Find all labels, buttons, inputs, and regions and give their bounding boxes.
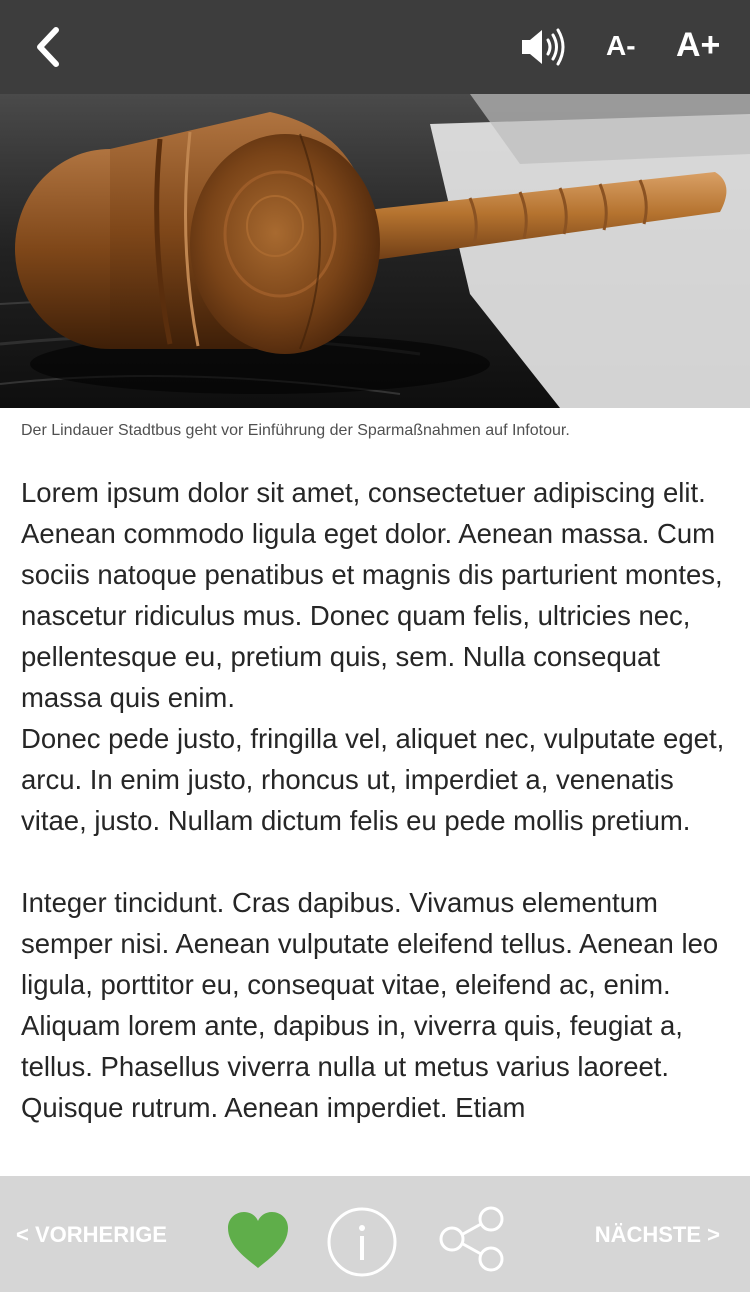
chevron-left-icon bbox=[37, 27, 59, 67]
share-button[interactable] bbox=[436, 1206, 506, 1272]
back-button[interactable] bbox=[28, 24, 72, 70]
next-article-button[interactable]: NÄCHSTE > bbox=[595, 1222, 720, 1248]
heart-icon bbox=[228, 1212, 288, 1268]
font-decrease-button[interactable]: A- bbox=[606, 30, 636, 62]
article-paragraph: Donec pede justo, fringilla vel, aliquet… bbox=[21, 723, 725, 836]
image-caption: Der Lindauer Stadtbus geht vor Einführun… bbox=[21, 422, 570, 439]
article-body: Lorem ipsum dolor sit amet, consectetuer… bbox=[21, 472, 743, 1176]
gavel-illustration bbox=[0, 94, 750, 408]
hero-image bbox=[0, 94, 750, 408]
share-icon bbox=[439, 1206, 504, 1272]
bottom-bar: < VORHERIGE NÄCHSTE > bbox=[0, 1176, 750, 1292]
info-button[interactable] bbox=[326, 1206, 398, 1278]
font-increase-button[interactable]: A+ bbox=[676, 26, 720, 65]
previous-article-button[interactable]: < VORHERIGE bbox=[16, 1222, 167, 1248]
info-icon bbox=[327, 1207, 397, 1277]
speaker-icon bbox=[522, 28, 565, 66]
read-aloud-button[interactable] bbox=[518, 26, 570, 68]
article-paragraph: Integer tincidunt. Cras dapibus. Vivamus… bbox=[21, 887, 719, 1123]
top-bar: A- A+ bbox=[0, 0, 750, 94]
article-paragraph: Lorem ipsum dolor sit amet, consectetuer… bbox=[21, 477, 723, 713]
favorite-button[interactable] bbox=[226, 1210, 290, 1270]
